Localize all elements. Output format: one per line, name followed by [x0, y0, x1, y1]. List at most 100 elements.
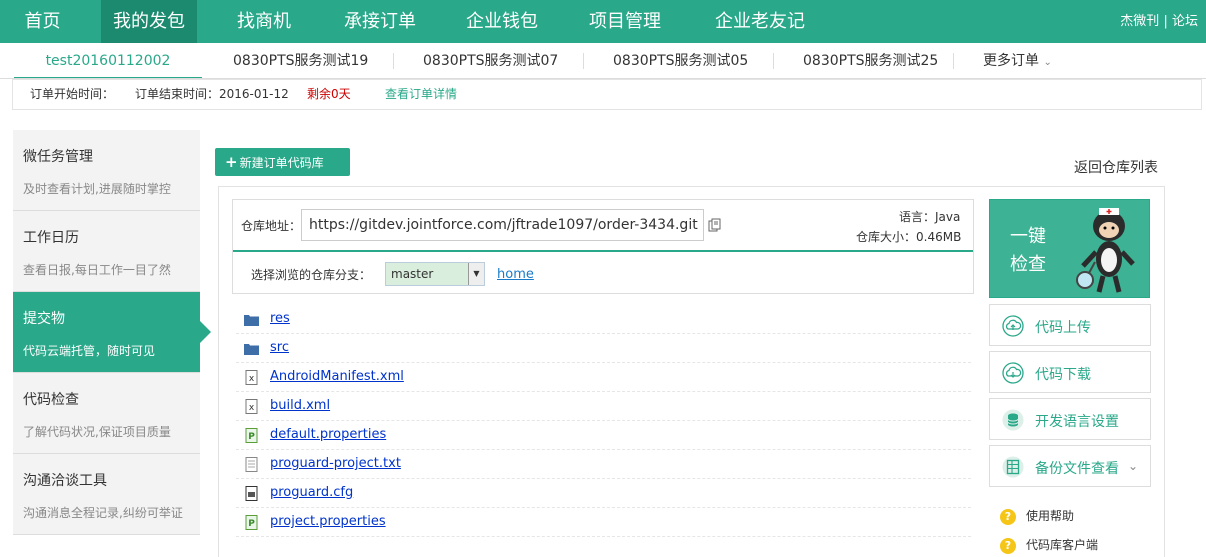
link-separator: |	[1163, 14, 1168, 29]
check-label-line2: 检查	[1010, 254, 1046, 275]
sidebar-item-micro-tasks[interactable]: 微任务管理 及时查看计划,进展随时掌控	[13, 130, 200, 211]
order-tab-2[interactable]: 0830PTS服务测试19	[233, 43, 368, 79]
file-link[interactable]: build.xml	[270, 398, 330, 413]
help-icon: ?	[1000, 537, 1016, 554]
list-item: P project.properties	[236, 508, 971, 537]
sidebar-item-title: 提交物	[23, 311, 65, 327]
svg-text:P: P	[248, 519, 255, 529]
file-link[interactable]: proguard.cfg	[270, 485, 353, 500]
order-info-bar: 订单开始时间： 订单结束时间：2016-01-12 剩余0天 查看订单详情	[12, 79, 1202, 110]
top-right-links: 杰微刊 | 论坛	[1120, 0, 1198, 43]
end-time-label: 订单结束时间：2016-01-12	[135, 87, 289, 101]
table-icon	[1002, 456, 1024, 478]
usage-help-link[interactable]: ? 使用帮助	[1000, 507, 1074, 525]
backup-label: 备份文件查看	[1035, 461, 1119, 477]
top-nav: 首页 我的发包 找商机 承接订单 企业钱包 项目管理 企业老友记 杰微刊 | 论…	[0, 0, 1206, 43]
list-item: proguard.cfg	[236, 479, 971, 508]
more-orders-dropdown[interactable]: 更多订单 ⌄	[953, 43, 1052, 79]
repo-size: 仓库大小：0.46MB	[856, 230, 962, 244]
order-tab-1[interactable]: test20160112002	[14, 43, 202, 79]
sidebar-item-desc: 代码云端托管，随时可见	[23, 344, 156, 358]
language-settings-button[interactable]: 开发语言设置	[989, 398, 1151, 440]
new-order-repo-button[interactable]: + 新建订单代码库	[215, 148, 350, 176]
properties-file-icon: P	[245, 428, 258, 443]
one-click-check-button[interactable]: 一键 检查	[989, 199, 1150, 298]
branch-value: master	[391, 267, 434, 281]
client-label: 代码库客户端	[1026, 538, 1099, 552]
xml-file-icon: x	[245, 370, 258, 385]
xml-file-icon: x	[245, 399, 258, 414]
view-order-detail-link[interactable]: 查看订单详情	[385, 80, 457, 109]
branch-select[interactable]: master ▼	[385, 262, 485, 286]
cloud-download-icon	[1002, 362, 1024, 384]
sidebar-item-deliverables[interactable]: 提交物 代码云端托管，随时可见	[13, 292, 211, 373]
repo-url-field[interactable]	[301, 209, 704, 241]
text-file-icon	[245, 457, 258, 472]
remaining-days: 剩余0天	[307, 87, 351, 101]
code-download-button[interactable]: 代码下载	[989, 351, 1151, 393]
link-forum[interactable]: 论坛	[1172, 14, 1198, 29]
link-jiewei-journal[interactable]: 杰微刊	[1120, 14, 1159, 29]
help-label: 使用帮助	[1026, 509, 1075, 523]
order-tab-3[interactable]: 0830PTS服务测试07	[392, 43, 558, 79]
file-link[interactable]: src	[270, 340, 289, 355]
repo-language: 语言：Java	[899, 210, 961, 224]
repo-url-row: 仓库地址： 语言：Java 仓库大小：0.46MB	[233, 200, 973, 252]
svg-text:x: x	[249, 403, 255, 413]
nav-project-management[interactable]: 项目管理	[575, 0, 675, 43]
download-label: 代码下载	[1035, 367, 1091, 383]
svg-text:x: x	[249, 374, 255, 384]
config-file-icon	[245, 486, 258, 501]
folder-icon	[244, 315, 259, 326]
list-item: proguard-project.txt	[236, 450, 971, 479]
plus-icon: +	[225, 153, 238, 171]
sidebar-item-communication[interactable]: 沟通洽谈工具 沟通消息全程记录,纠纷可举证	[13, 454, 200, 535]
nav-enterprise-friends[interactable]: 企业老友记	[700, 0, 820, 43]
start-time-label: 订单开始时间：	[30, 87, 115, 101]
file-link[interactable]: res	[270, 311, 290, 326]
svg-text:P: P	[248, 432, 255, 442]
home-link[interactable]: home	[497, 267, 534, 282]
help-icon: ?	[1000, 508, 1016, 525]
file-link[interactable]: default.properties	[270, 427, 386, 442]
nav-enterprise-wallet[interactable]: 企业钱包	[452, 0, 552, 43]
sidebar-item-desc: 了解代码状况,保证项目质量	[23, 425, 171, 439]
properties-file-icon: P	[245, 515, 258, 530]
list-item: x AndroidManifest.xml	[236, 363, 971, 392]
list-item: P default.properties	[236, 421, 971, 450]
back-to-repo-list-link[interactable]: 返回仓库列表	[1074, 157, 1158, 177]
upload-label: 代码上传	[1035, 320, 1091, 336]
sidebar-item-code-check[interactable]: 代码检查 了解代码状况,保证项目质量	[13, 373, 200, 454]
sidebar-item-work-calendar[interactable]: 工作日历 查看日报,每日工作一目了然	[13, 211, 200, 292]
doctor-monkey-mascot-icon	[1076, 208, 1135, 293]
order-tabs: test20160112002 0830PTS服务测试19 0830PTS服务测…	[0, 43, 1206, 79]
repo-client-link[interactable]: ? 代码库客户端	[1000, 536, 1098, 554]
list-item: res	[236, 305, 971, 334]
chevron-down-icon: ⌄	[1043, 57, 1052, 68]
sidebar-item-desc: 沟通消息全程记录,纠纷可举证	[23, 506, 183, 520]
file-link[interactable]: proguard-project.txt	[270, 456, 401, 471]
more-orders-label: 更多订单	[983, 53, 1039, 69]
nav-my-packages[interactable]: 我的发包	[101, 0, 197, 43]
repo-info-box: 仓库地址： 语言：Java 仓库大小：0.46MB 选择浏览的仓库分支： mas…	[232, 199, 974, 294]
dropdown-arrow-icon: ▼	[468, 263, 484, 285]
sidebar-item-title: 沟通洽谈工具	[23, 473, 107, 489]
file-link[interactable]: project.properties	[270, 514, 386, 529]
backup-files-button[interactable]: 备份文件查看 ⌄	[989, 445, 1151, 487]
file-link[interactable]: AndroidManifest.xml	[270, 369, 404, 384]
nav-home[interactable]: 首页	[0, 0, 85, 43]
code-upload-button[interactable]: 代码上传	[989, 304, 1151, 346]
folder-icon	[244, 344, 259, 355]
file-list: res src x AndroidManifest.xml x build.xm…	[236, 305, 971, 537]
copy-icon[interactable]	[708, 218, 722, 232]
sidebar-item-desc: 查看日报,每日工作一目了然	[23, 263, 171, 277]
repo-url-label: 仓库地址：	[241, 219, 302, 233]
order-tab-4[interactable]: 0830PTS服务测试05	[582, 43, 748, 79]
list-item: x build.xml	[236, 392, 971, 421]
order-tab-5[interactable]: 0830PTS服务测试25	[772, 43, 938, 79]
sidebar-item-desc: 及时查看计划,进展随时掌控	[23, 182, 171, 196]
check-label-line1: 一键	[1010, 226, 1046, 247]
nav-find-business[interactable]: 找商机	[220, 0, 308, 43]
sidebar-item-title: 微任务管理	[23, 149, 93, 165]
nav-accept-orders[interactable]: 承接订单	[330, 0, 430, 43]
